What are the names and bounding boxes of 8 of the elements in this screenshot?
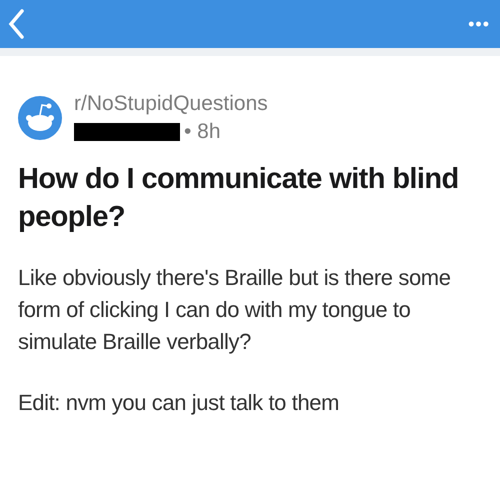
- post-title: How do I communicate with blind people?: [18, 162, 460, 235]
- post-age: • 8h: [184, 120, 221, 144]
- more-button[interactable]: •••: [468, 14, 490, 34]
- back-icon[interactable]: [8, 9, 24, 39]
- post-body: Like obviously there's Braille but is there some form of clicking I can do with my tongue to simulate Braille verbally?: [18, 264, 452, 356]
- subreddit-link[interactable]: r/NoStupidQuestions: [74, 92, 268, 116]
- post-edit: Edit: nvm you can just talk to them: [18, 389, 340, 417]
- alien-avatar-icon: [18, 96, 62, 140]
